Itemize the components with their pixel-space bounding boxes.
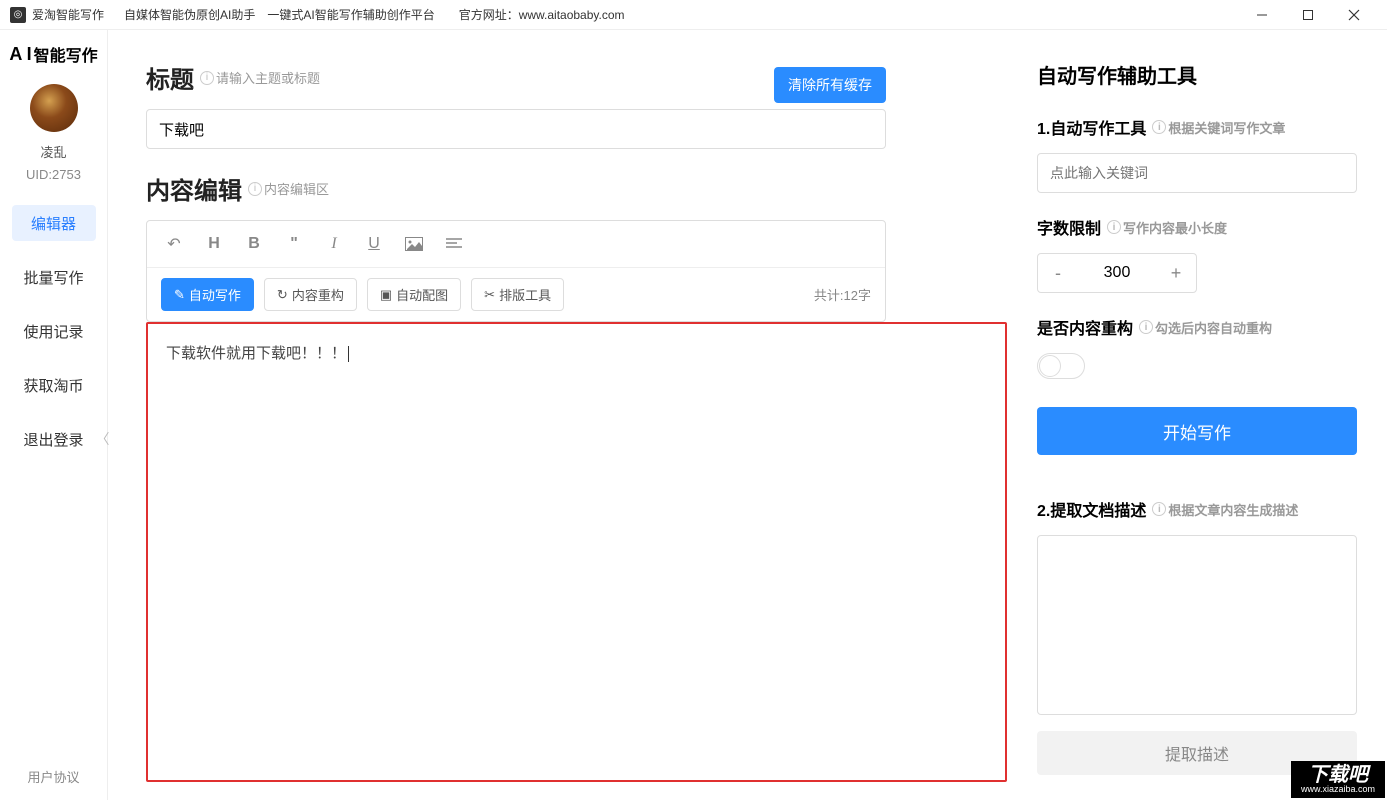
sec2-title: 2.提取文档描述 [1037, 497, 1146, 521]
stepper-plus[interactable]: + [1156, 254, 1196, 292]
info-icon: i [1152, 120, 1166, 134]
watermark-sub: www.xiazaiba.com [1301, 785, 1375, 794]
nav-history[interactable]: 使用记录 [12, 313, 96, 349]
app-title: 爱淘智能写作 [32, 6, 104, 23]
user-agreement-link[interactable]: 用户协议 [27, 767, 79, 800]
image-icon[interactable] [401, 231, 427, 257]
toggle-knob [1039, 355, 1061, 377]
nav-coins[interactable]: 获取淘币 [12, 367, 96, 403]
quote-icon[interactable]: " [281, 231, 307, 257]
underline-icon[interactable]: U [361, 231, 387, 257]
chevron-left-icon: 〈 [96, 429, 110, 449]
refresh-icon: ↻ [277, 287, 288, 303]
watermark: 下载吧 www.xiazaiba.com [1291, 761, 1385, 798]
nav-logout[interactable]: 退出登录〈 [12, 421, 96, 457]
watermark-main: 下载吧 [1308, 765, 1368, 785]
content-hint: i内容编辑区 [248, 179, 329, 198]
content-text: 下载软件就用下载吧！！！ [166, 345, 349, 362]
nav-batch[interactable]: 批量写作 [12, 259, 96, 295]
pencil-icon: ✎ [174, 287, 185, 303]
content-label: 内容编辑 [146, 171, 242, 206]
keyword-input[interactable] [1037, 153, 1357, 193]
align-icon[interactable] [441, 231, 467, 257]
right-panel-title: 自动写作辅助工具 [1037, 60, 1357, 89]
user-id: UID:2753 [26, 167, 81, 182]
wordlimit-stepper[interactable]: - 300 + [1037, 253, 1197, 293]
stepper-value: 300 [1078, 264, 1156, 282]
auto-write-button[interactable]: ✎自动写作 [161, 278, 254, 311]
restruct-hint: i勾选后内容自动重构 [1139, 318, 1272, 337]
start-write-button[interactable]: 开始写作 [1037, 407, 1357, 455]
app-icon: ◎ [10, 7, 26, 23]
info-icon: i [248, 182, 262, 196]
sec2-hint: i根据文章内容生成描述 [1152, 500, 1298, 519]
info-icon: i [200, 71, 214, 85]
maximize-button[interactable] [1285, 0, 1331, 30]
undo-icon[interactable]: ↶ [161, 231, 187, 257]
stepper-minus[interactable]: - [1038, 254, 1078, 292]
logo-text: 智能写作 [34, 42, 98, 66]
content-editor[interactable]: 下载软件就用下载吧！！！ [146, 322, 1007, 782]
wordlimit-hint: i写作内容最小长度 [1107, 218, 1227, 237]
minimize-button[interactable] [1239, 0, 1285, 30]
restruct-toggle[interactable] [1037, 353, 1085, 379]
layout-button[interactable]: ✂排版工具 [471, 278, 564, 311]
italic-icon[interactable]: I [321, 231, 347, 257]
username: 凌乱 [40, 142, 66, 161]
title-input[interactable] [146, 109, 886, 149]
app-subtitle: 自媒体智能伪原创AI助手 一键式AI智能写作辅助创作平台 官方网址：www.ai… [124, 6, 625, 23]
nav-logout-label: 退出登录 [23, 429, 83, 450]
auto-image-button[interactable]: ▣自动配图 [367, 278, 461, 311]
word-count: 共计:12字 [814, 285, 871, 304]
sec1-hint: i根据关键词写作文章 [1152, 118, 1285, 137]
picture-icon: ▣ [380, 287, 392, 303]
restruct-label: 是否内容重构 [1037, 315, 1133, 339]
restruct-button[interactable]: ↻内容重构 [264, 278, 357, 311]
bold-icon[interactable]: B [241, 231, 267, 257]
info-icon: i [1152, 502, 1166, 516]
nav-editor[interactable]: 编辑器 [12, 205, 96, 241]
info-icon: i [1107, 220, 1121, 234]
avatar[interactable] [30, 84, 78, 132]
title-label: 标题 [146, 60, 194, 95]
heading-icon[interactable]: H [201, 231, 227, 257]
description-box[interactable] [1037, 535, 1357, 715]
close-button[interactable] [1331, 0, 1377, 30]
wordlimit-label: 字数限制 [1037, 215, 1101, 239]
clear-cache-button[interactable]: 清除所有缓存 [774, 67, 886, 103]
sec1-title: 1.自动写作工具 [1037, 115, 1146, 139]
title-hint: i请输入主题或标题 [200, 68, 320, 87]
info-icon: i [1139, 320, 1153, 334]
layout-icon: ✂ [484, 287, 495, 303]
sidebar-logo: A I 智能写作 [9, 36, 97, 78]
logo-ai-icon: A I [9, 44, 31, 65]
